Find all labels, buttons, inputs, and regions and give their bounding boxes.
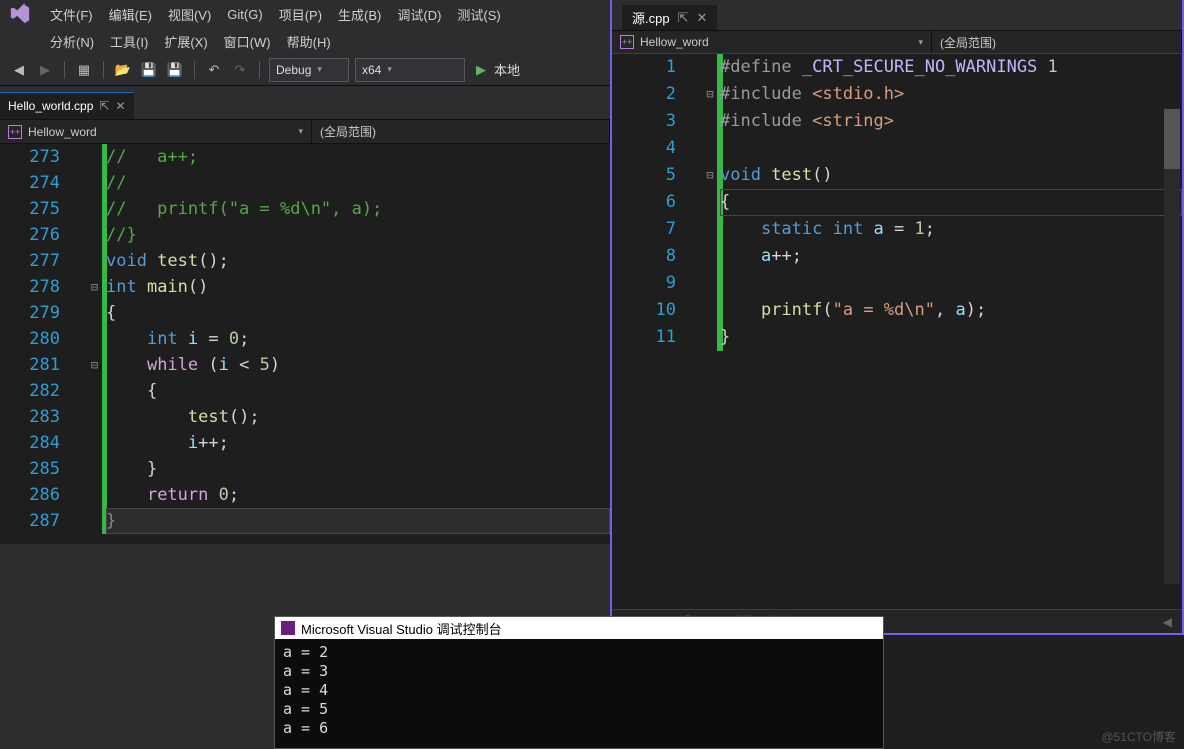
save-button[interactable]: 💾 [137, 58, 161, 82]
menu-window[interactable]: 窗口(W) [216, 29, 279, 54]
platform-dropdown[interactable]: x64▾ [355, 58, 465, 82]
menu-test[interactable]: 测试(S) [449, 2, 508, 27]
menu-file[interactable]: 文件(F) [42, 2, 101, 27]
console-title-bar[interactable]: Microsoft Visual Studio 调试控制台 [275, 617, 883, 639]
toolbar: ◀ ▶ ▦ 📂 💾 💾 ↶ ↷ Debug▾ x64▾ ▶ 本地 [0, 54, 610, 86]
redo-button[interactable]: ↷ [228, 58, 252, 82]
separator [64, 61, 65, 79]
close-icon[interactable]: ✕ [115, 99, 125, 113]
chevron-down-icon: ▾ [918, 37, 923, 48]
nav-fwd-button[interactable]: ▶ [33, 58, 57, 82]
namespace-label: Hellow_word [640, 35, 709, 49]
run-button[interactable]: ▶ [469, 58, 493, 82]
undo-button[interactable]: ↶ [202, 58, 226, 82]
open-button[interactable]: 📂 [111, 58, 135, 82]
scope-label: (全局范围) [940, 34, 996, 51]
menu-bar-row2: 分析(N) 工具(I) 扩展(X) 窗口(W) 帮助(H) [0, 28, 610, 54]
run-label[interactable]: 本地 [494, 60, 520, 79]
vs-logo-icon [8, 2, 32, 26]
scrollbar[interactable] [1164, 109, 1180, 584]
separator [194, 61, 195, 79]
menu-analysis[interactable]: 分析(N) [42, 29, 102, 54]
menu-extensions[interactable]: 扩展(X) [156, 29, 215, 54]
config-dropdown[interactable]: Debug▾ [269, 58, 349, 82]
new-item-button[interactable]: ▦ [72, 58, 96, 82]
code-editor-left[interactable]: 2732742752762772782792802812822832842852… [0, 144, 610, 544]
project-icon: ++ [620, 35, 634, 49]
console-title: Microsoft Visual Studio 调试控制台 [301, 619, 502, 638]
watermark: @51CTO博客 [1101, 728, 1176, 745]
file-tab-right[interactable]: 源.cpp ⇱ ✕ [622, 4, 717, 30]
project-icon: ++ [8, 125, 22, 139]
debug-console: Microsoft Visual Studio 调试控制台 a = 2a = 3… [274, 616, 884, 749]
scope-dropdown-right[interactable]: (全局范围) [932, 31, 1182, 53]
menu-debug[interactable]: 调试(D) [389, 2, 449, 27]
file-tab[interactable]: Hello_world.cpp ⇱ ✕ [0, 92, 134, 119]
scope-label: (全局范围) [320, 123, 376, 140]
scope-dropdown[interactable]: (全局范围) [312, 120, 610, 143]
namespace-dropdown[interactable]: ++ Hellow_word ▾ [0, 120, 312, 143]
menu-view[interactable]: 视图(V) [160, 2, 219, 27]
menu-help[interactable]: 帮助(H) [279, 29, 339, 54]
menu-project[interactable]: 项目(P) [271, 2, 330, 27]
pin-icon[interactable]: ⇱ [678, 10, 689, 26]
menu-tools[interactable]: 工具(I) [102, 29, 156, 54]
chevron-down-icon: ▾ [298, 126, 303, 137]
menu-build[interactable]: 生成(B) [330, 2, 389, 27]
separator [103, 61, 104, 79]
scroll-left-icon[interactable]: ◀ [1163, 615, 1172, 629]
menu-git[interactable]: Git(G) [219, 4, 270, 25]
menu-edit[interactable]: 编辑(E) [101, 2, 160, 27]
tab-label: Hello_world.cpp [8, 99, 93, 113]
namespace-label: Hellow_word [28, 125, 97, 139]
tab-label: 源.cpp [632, 8, 670, 27]
close-icon[interactable]: ✕ [696, 10, 707, 26]
console-output[interactable]: a = 2a = 3a = 4a = 5a = 6 [275, 639, 883, 742]
code-editor-right[interactable]: 1234567891011 ⊟⊟ #define _CRT_SECURE_NO_… [612, 54, 1182, 584]
vs-console-icon [281, 621, 295, 635]
save-all-button[interactable]: 💾 [163, 58, 187, 82]
namespace-dropdown-right[interactable]: ++ Hellow_word ▾ [612, 31, 932, 53]
separator [259, 61, 260, 79]
menu-bar: 文件(F) 编辑(E) 视图(V) Git(G) 项目(P) 生成(B) 调试(… [0, 0, 610, 28]
nav-back-button[interactable]: ◀ [7, 58, 31, 82]
pin-icon[interactable]: ⇱ [99, 99, 109, 113]
